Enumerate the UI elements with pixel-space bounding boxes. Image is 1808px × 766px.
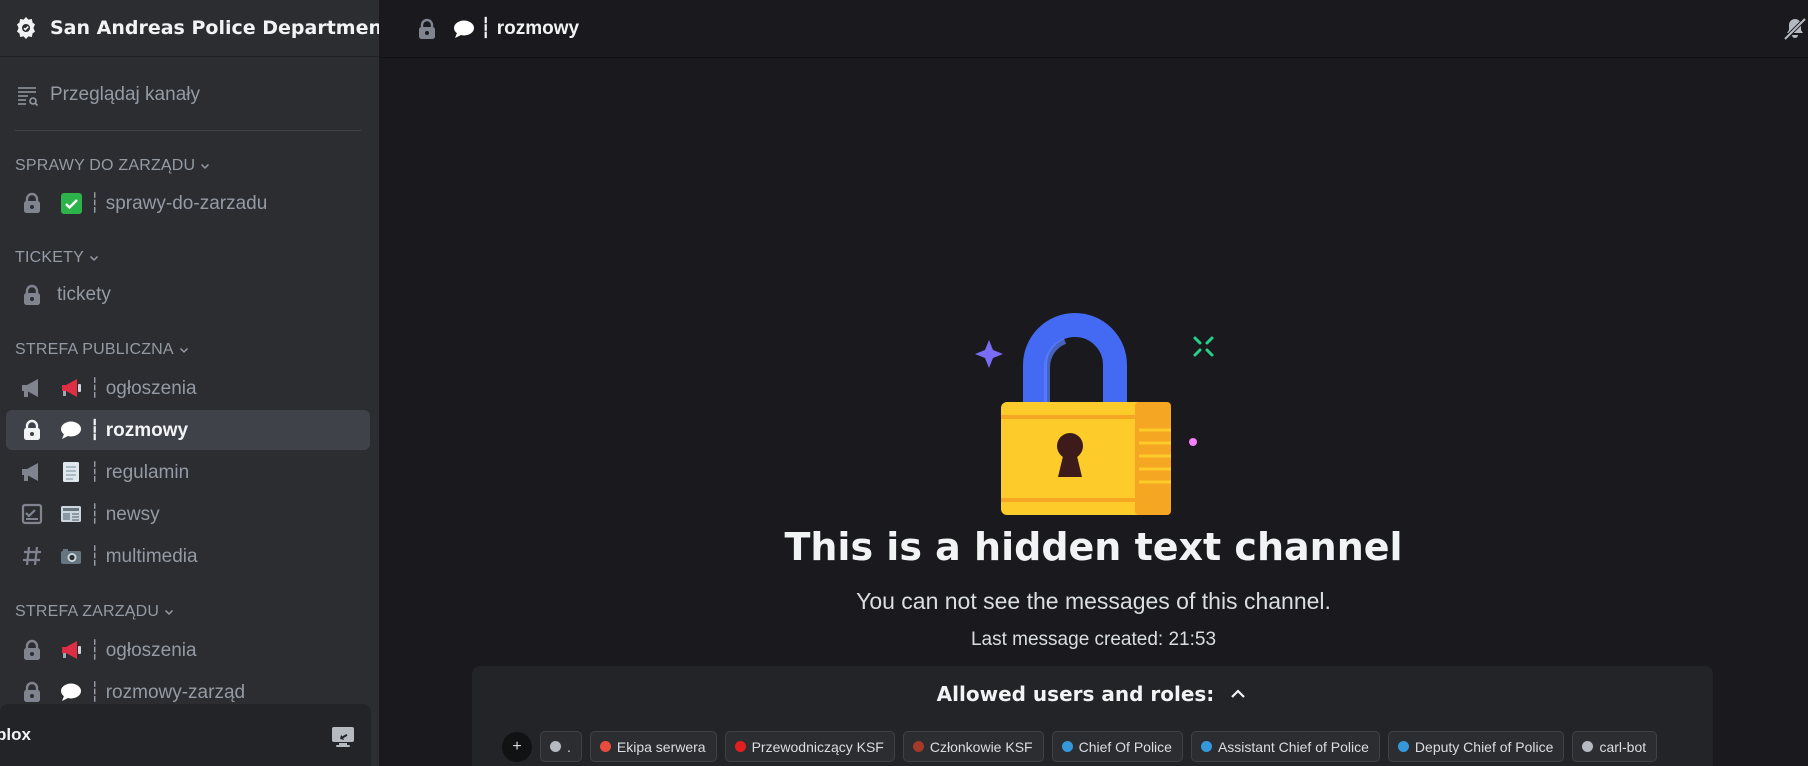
- notification-muted-icon[interactable]: [1782, 16, 1808, 42]
- divider: [15, 130, 361, 131]
- channel-ogloszenia-zarzad[interactable]: ┆ ogłoszenia: [6, 630, 370, 670]
- role-label: Assistant Chief of Police: [1217, 738, 1369, 755]
- chevron-down-icon: [201, 163, 210, 170]
- camera-emoji: [59, 544, 83, 568]
- category-label: SPRAWY DO ZARZĄDU: [15, 157, 196, 174]
- role-color-dot: [912, 741, 924, 752]
- newspaper-emoji: [59, 502, 83, 526]
- role-chip[interactable]: Assistant Chief of Police: [1190, 731, 1380, 762]
- browse-channels-label: Przeglądaj kanały: [50, 84, 200, 105]
- browse-channels-icon: [18, 87, 39, 107]
- checklist-icon: [17, 499, 47, 529]
- chevron-down-icon: [89, 255, 98, 262]
- channel-label: ┆ ogłoszenia: [89, 377, 197, 399]
- guild-name: San Andreas Police Department: [50, 17, 379, 39]
- hidden-channel-title: This is a hidden text channel: [784, 525, 1403, 569]
- role-chip[interactable]: Deputy Chief of Police: [1387, 731, 1565, 762]
- role-chip[interactable]: Członkowie KSF: [902, 731, 1044, 762]
- chevron-up-icon[interactable]: [1228, 684, 1248, 704]
- role-color-dot: [1582, 741, 1594, 752]
- screen-share-icon[interactable]: [331, 726, 355, 748]
- category-label: TICKETY: [15, 249, 84, 266]
- role-chip[interactable]: Ekipa serwera: [589, 731, 717, 762]
- category-label: STREFA ZARZĄDU: [15, 603, 160, 620]
- allowed-roles-title: Allowed users and roles:: [936, 682, 1215, 706]
- announcement-icon: [17, 457, 47, 487]
- role-chip[interactable]: Chief Of Police: [1051, 731, 1183, 762]
- channel-label: ┆ ogłoszenia: [89, 639, 197, 661]
- role-color-dot: [1397, 741, 1409, 752]
- lock-icon: [17, 677, 47, 707]
- guild-header[interactable]: San Andreas Police Department: [0, 0, 379, 57]
- channel-title: ┆ rozmowy: [480, 18, 580, 39]
- allowed-roles-header[interactable]: Allowed users and roles:: [472, 682, 1713, 706]
- role-label: Przewodniczący KSF: [751, 738, 884, 755]
- role-chip[interactable]: Przewodniczący KSF: [724, 731, 895, 762]
- role-chip[interactable]: carl-bot: [1572, 731, 1658, 762]
- megaphone-emoji: [59, 376, 83, 400]
- category-label: STREFA PUBLICZNA: [15, 341, 174, 358]
- document-emoji: [59, 460, 83, 484]
- check-mark-emoji: [59, 191, 83, 215]
- role-label: .: [567, 738, 571, 755]
- user-panel: plox: [0, 704, 371, 766]
- role-list: + . Ekipa serwera Przewodniczący KSF Czł…: [502, 731, 1658, 762]
- channel-tickety[interactable]: tickety: [6, 275, 370, 315]
- channel-sidebar: San Andreas Police Department Przeglądaj…: [0, 0, 379, 766]
- channel-newsy[interactable]: ┆ newsy: [6, 494, 370, 534]
- hidden-channel-subtitle: You can not see the messages of this cha…: [856, 588, 1331, 614]
- lock-icon: [17, 415, 47, 445]
- role-color-dot: [734, 741, 746, 752]
- chevron-down-icon: [179, 347, 188, 354]
- category-strefa-publiczna[interactable]: STREFA PUBLICZNA: [15, 339, 190, 361]
- megaphone-emoji: [59, 638, 83, 662]
- channel-sprawy-do-zarzadu[interactable]: ┆ sprawy-do-zarzadu: [6, 183, 370, 223]
- channel-label: ┆ multimedia: [89, 545, 198, 567]
- activity-label: plox: [0, 725, 31, 744]
- channel-label: ┆ rozmowy-zarząd: [89, 681, 246, 703]
- role-label: carl-bot: [1599, 738, 1647, 755]
- role-label: Deputy Chief of Police: [1414, 738, 1554, 755]
- channel-label: tickety: [57, 284, 111, 305]
- speech-bubble-emoji: [452, 17, 476, 41]
- channel-multimedia[interactable]: ┆ multimedia: [6, 536, 370, 576]
- role-color-dot: [550, 741, 561, 752]
- role-label: Ekipa serwera: [616, 738, 706, 755]
- channel-label: ┆ regulamin: [89, 461, 190, 483]
- channel-label: ┆ rozmowy: [89, 419, 189, 441]
- category-tickety[interactable]: TICKETY: [15, 247, 100, 269]
- channel-header: ┆ rozmowy: [379, 0, 1808, 58]
- channel-label: ┆ newsy: [89, 503, 160, 525]
- browse-channels-button[interactable]: Przeglądaj kanały: [12, 76, 362, 114]
- main-content: [379, 59, 1808, 766]
- padlock-illustration-icon: [975, 313, 1214, 515]
- lock-icon: [17, 635, 47, 665]
- speech-bubble-emoji: [59, 680, 83, 704]
- hash-icon: [17, 541, 47, 571]
- server-gear-icon: [14, 15, 38, 41]
- role-chip[interactable]: .: [540, 731, 582, 762]
- channel-label: ┆ sprawy-do-zarzadu: [89, 192, 268, 214]
- allowed-roles-panel: Allowed users and roles: + . Ekipa serwe…: [472, 666, 1713, 766]
- announcement-icon: [17, 373, 47, 403]
- chevron-down-icon: [165, 609, 174, 616]
- add-role-button[interactable]: +: [502, 731, 532, 762]
- channel-rozmowy[interactable]: ┆ rozmowy: [6, 410, 370, 450]
- speech-bubble-emoji: [59, 418, 83, 442]
- last-message-time: Last message created: 21:53: [970, 629, 1217, 650]
- category-strefa-zarzadu[interactable]: STREFA ZARZĄDU: [15, 601, 175, 623]
- lock-icon: [17, 280, 47, 310]
- role-label: Chief Of Police: [1078, 738, 1172, 755]
- role-color-dot: [1061, 741, 1073, 752]
- channel-ogloszenia[interactable]: ┆ ogłoszenia: [6, 368, 370, 408]
- role-color-dot: [599, 741, 611, 752]
- role-label: Członkowie KSF: [929, 738, 1033, 755]
- role-color-dot: [1200, 741, 1212, 752]
- lock-icon: [415, 17, 439, 41]
- category-sprawy-do-zarzadu[interactable]: SPRAWY DO ZARZĄDU: [15, 155, 211, 177]
- channel-regulamin[interactable]: ┆ regulamin: [6, 452, 370, 492]
- lock-icon: [17, 188, 47, 218]
